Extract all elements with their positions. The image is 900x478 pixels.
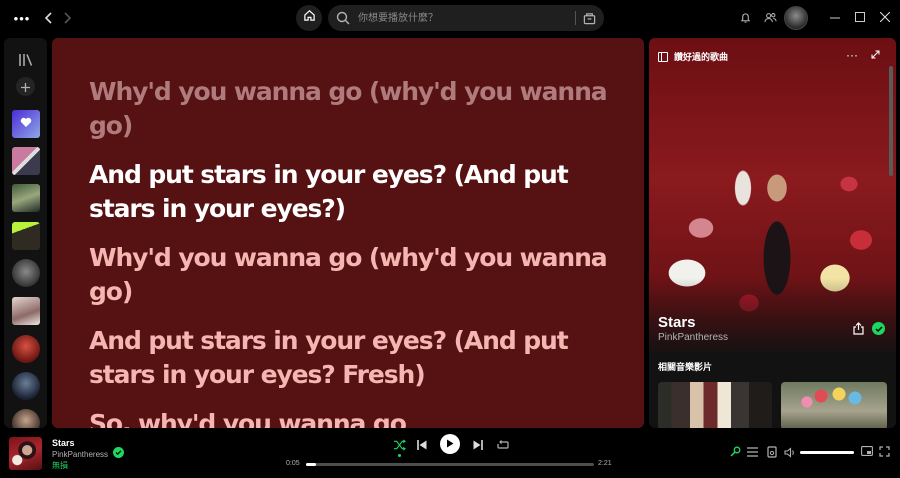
library-icon[interactable] — [19, 53, 33, 66]
repeat-icon[interactable] — [496, 439, 509, 451]
chevron-right-icon[interactable] — [61, 9, 75, 27]
sidebar-item-playlist[interactable] — [12, 184, 40, 212]
microphone-icon[interactable] — [729, 446, 741, 458]
volume-slider[interactable] — [800, 451, 854, 454]
shuffle-active-indicator — [398, 454, 401, 457]
player-album-art[interactable] — [9, 437, 42, 470]
home-button[interactable] — [296, 5, 322, 31]
window-maximize-button[interactable] — [855, 12, 865, 22]
miniplayer-icon[interactable] — [861, 446, 873, 456]
playback-progress-fill — [306, 463, 317, 466]
more-options-icon[interactable]: ··· — [846, 48, 858, 62]
play-icon — [446, 435, 454, 453]
total-time: 2:21 — [598, 460, 612, 467]
volume-fill — [800, 451, 854, 454]
queue-icon[interactable] — [747, 447, 758, 457]
device-icon[interactable] — [766, 446, 777, 458]
now-playing-header: 讚好過的歌曲 — [658, 50, 728, 63]
track-artist[interactable]: PinkPantheress — [658, 332, 728, 343]
sidebar-item-liked-songs[interactable] — [12, 110, 40, 138]
search-bar[interactable] — [328, 5, 604, 31]
plus-icon — [21, 79, 30, 95]
search-input[interactable] — [358, 9, 568, 27]
player-track-artist[interactable]: PinkPantheress — [52, 450, 108, 459]
volume-icon[interactable] — [784, 446, 796, 458]
window-minimize-button[interactable] — [829, 12, 841, 24]
now-playing-panel: 讚好過的歌曲 ··· Stars PinkPantheress 相關音樂影片 — [649, 38, 896, 428]
sidebar-item-playlist[interactable] — [12, 297, 40, 325]
sidebar-item-playlist[interactable] — [12, 147, 40, 175]
related-video-thumbnail[interactable] — [658, 382, 772, 428]
lyric-line[interactable]: Why'd you wanna go (why'd you wanna go) — [89, 241, 629, 309]
search-icon — [336, 11, 350, 30]
window-close-button[interactable] — [878, 10, 892, 24]
lyric-line[interactable]: Why'd you wanna go (why'd you wanna go) — [89, 75, 629, 143]
sidebar-item-playlist[interactable] — [12, 222, 40, 250]
heart-icon — [20, 115, 32, 133]
share-icon[interactable] — [852, 322, 866, 336]
playback-progress-bar[interactable] — [306, 463, 594, 466]
player-bar: Stars PinkPantheress 無損 0:05 2:21 — [0, 430, 900, 478]
elapsed-time: 0:05 — [286, 460, 300, 467]
sidebar-item-artist[interactable] — [12, 409, 40, 428]
search-divider — [575, 11, 576, 25]
bell-icon[interactable] — [739, 11, 752, 25]
now-playing-context[interactable]: 讚好過的歌曲 — [674, 50, 728, 63]
lyrics-view: Why'd you wanna go (why'd you wanna go) … — [52, 38, 644, 428]
sidebar-item-artist[interactable] — [12, 335, 40, 363]
track-title[interactable]: Stars — [658, 314, 696, 331]
home-icon — [303, 9, 316, 27]
related-videos-title: 相關音樂影片 — [658, 363, 713, 373]
expand-icon[interactable] — [871, 50, 881, 60]
lyric-line[interactable]: And put stars in your eyes? (And put sta… — [89, 324, 629, 392]
top-bar: ••• — [0, 0, 900, 38]
browse-icon[interactable] — [581, 10, 597, 26]
chevron-left-icon[interactable] — [41, 9, 55, 27]
skip-forward-icon[interactable] — [472, 439, 484, 451]
user-avatar[interactable] — [784, 6, 808, 30]
fullscreen-icon[interactable] — [879, 446, 890, 457]
lyric-line-current[interactable]: And put stars in your eyes? (And put sta… — [89, 158, 629, 226]
related-video-thumbnail[interactable] — [781, 382, 887, 428]
friends-icon[interactable] — [763, 11, 777, 25]
saved-check-icon[interactable] — [872, 322, 885, 335]
library-sidebar — [4, 38, 47, 428]
sidebar-item-artist[interactable] — [12, 259, 40, 287]
sidebar-item-artist[interactable] — [12, 372, 40, 400]
panel-scrollbar[interactable] — [889, 66, 893, 176]
player-track-title[interactable]: Stars — [52, 438, 75, 448]
saved-check-icon[interactable] — [113, 447, 124, 458]
play-button[interactable] — [440, 434, 460, 454]
shuffle-icon[interactable] — [392, 438, 406, 452]
more-horizontal-icon[interactable]: ••• — [12, 9, 32, 27]
add-playlist-button[interactable] — [16, 77, 35, 96]
skip-back-icon[interactable] — [416, 439, 428, 451]
audio-quality-label: 無損 — [52, 461, 68, 470]
panel-icon[interactable] — [658, 51, 668, 62]
lyric-line[interactable]: So, why'd you wanna go — [89, 407, 629, 428]
